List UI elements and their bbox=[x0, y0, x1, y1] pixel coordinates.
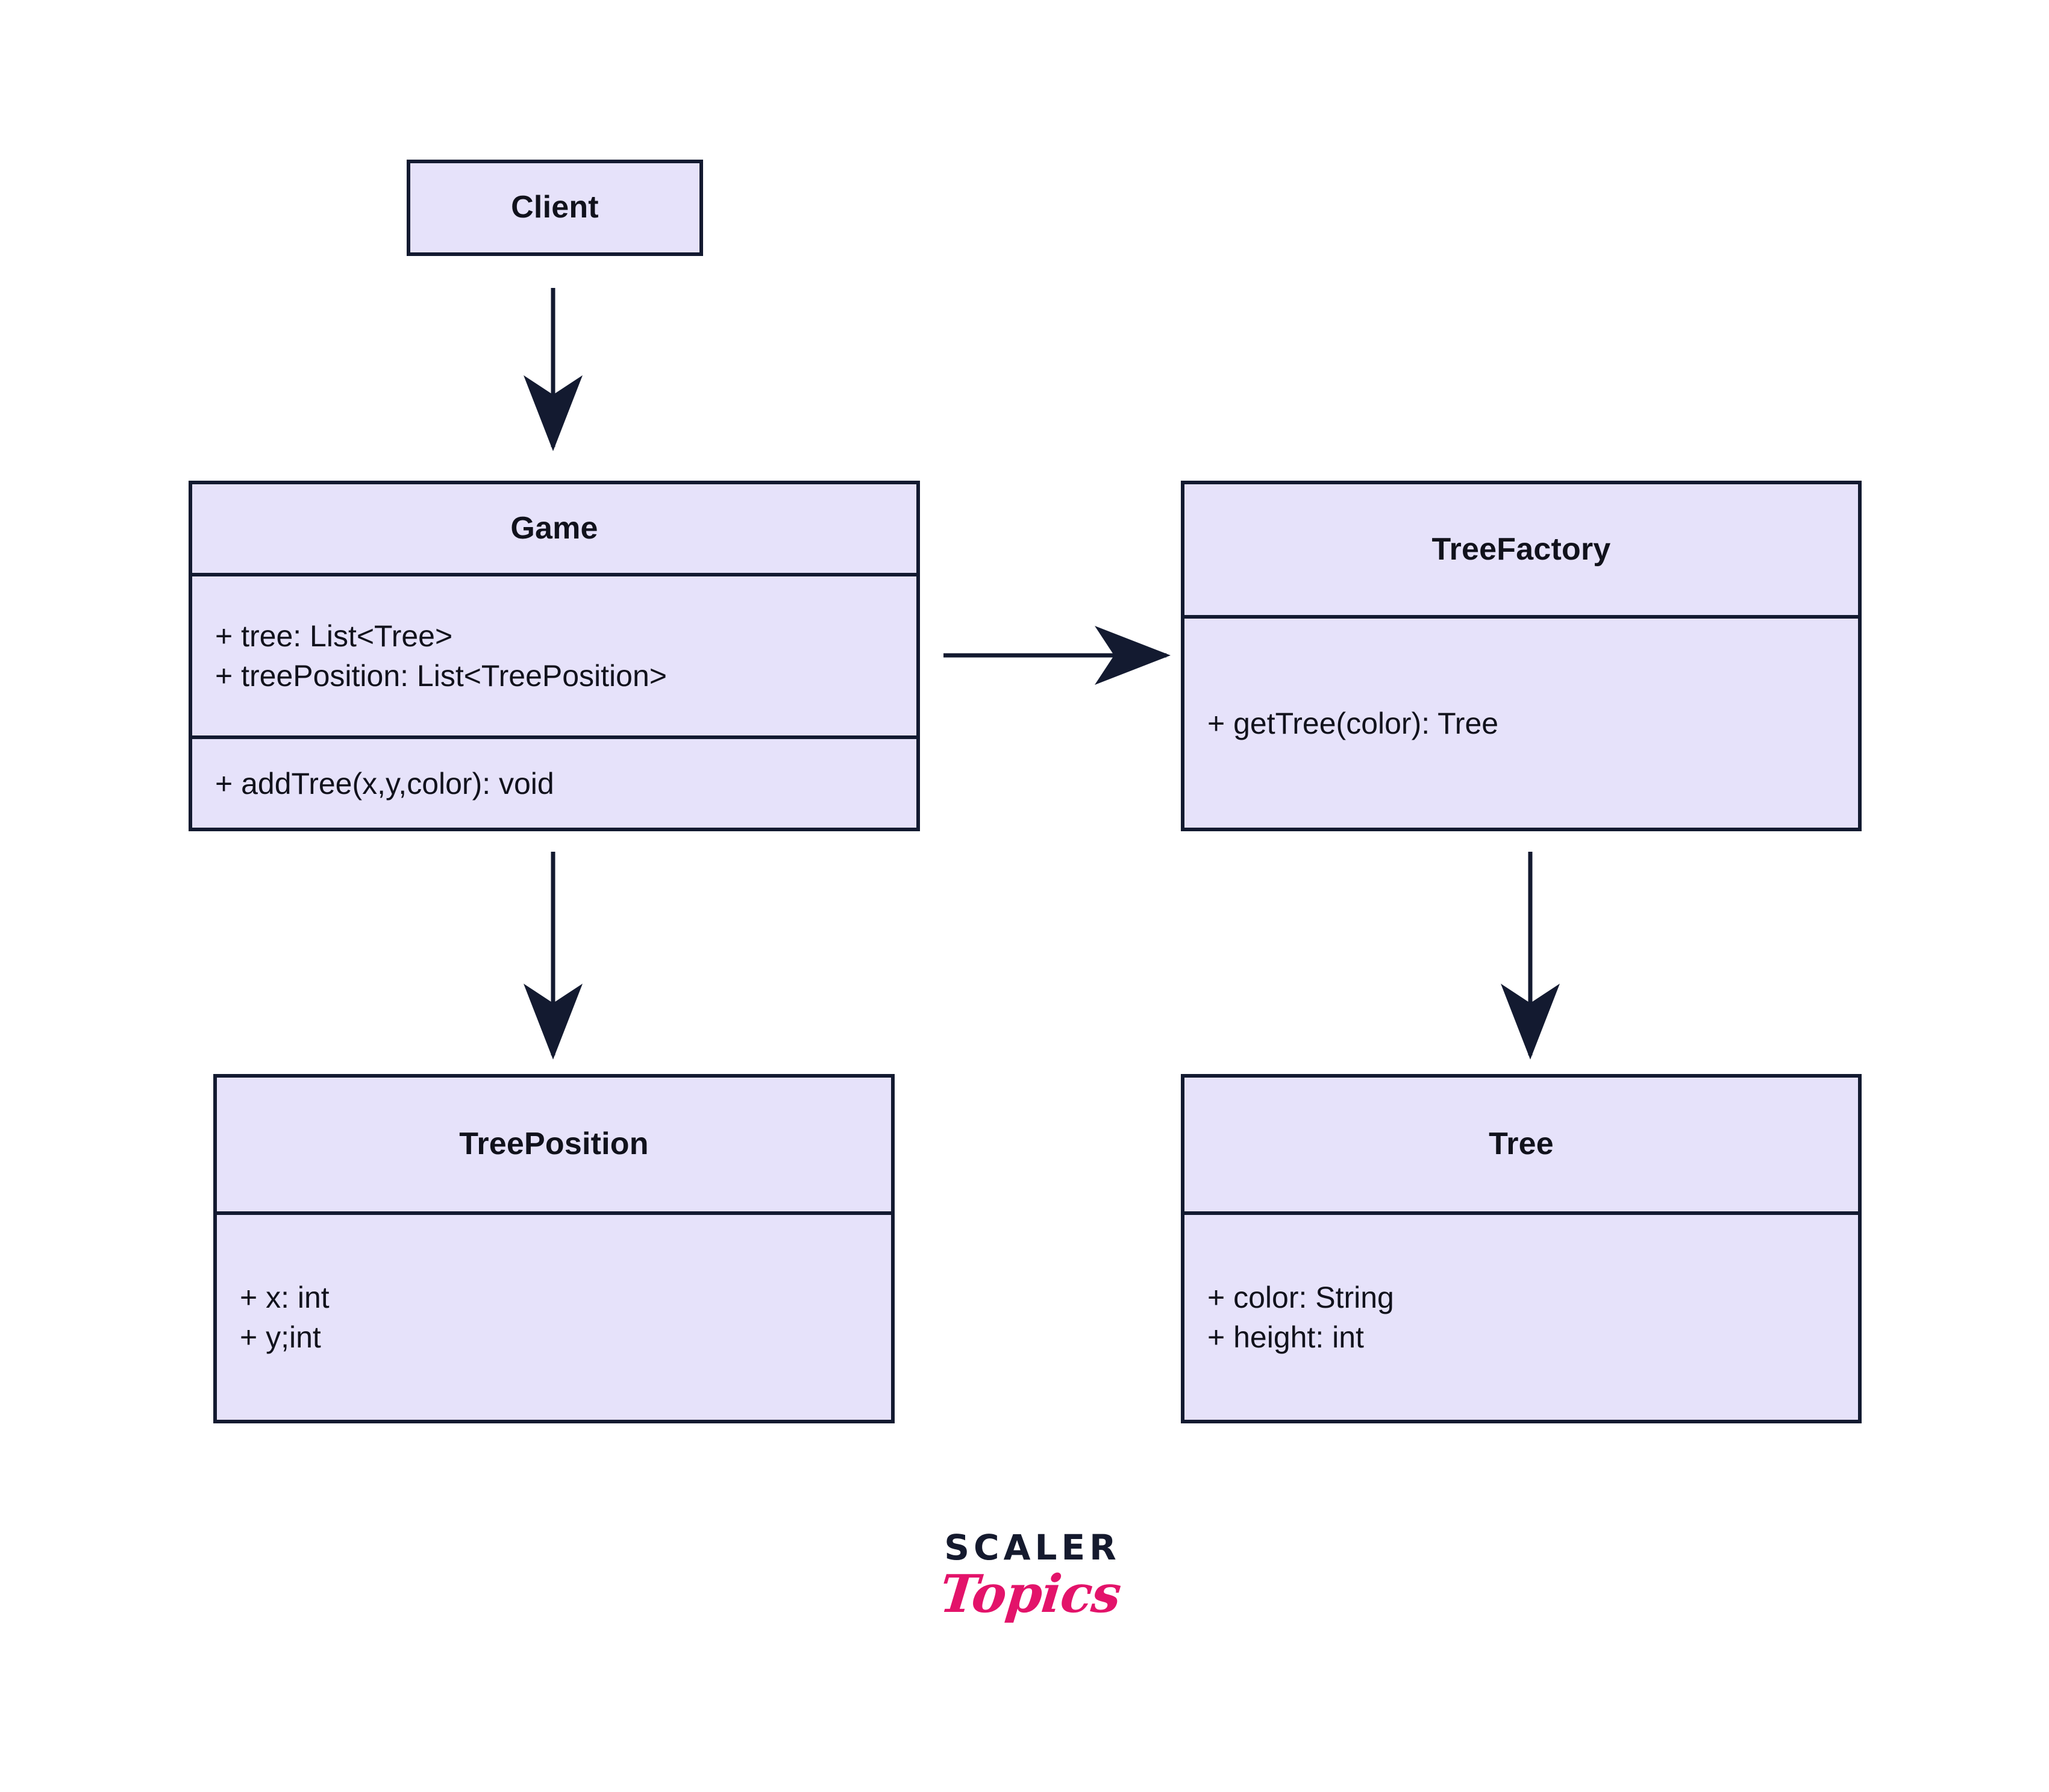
uml-class-client[interactable]: Client bbox=[407, 160, 703, 256]
class-name-compartment: TreeFactory bbox=[1184, 484, 1858, 615]
attribute-row: + height: int bbox=[1207, 1320, 1364, 1354]
scaler-topics-logo: SCALER Topics bbox=[937, 1527, 1124, 1687]
method-row: + addTree(x,y,color): void bbox=[215, 766, 554, 801]
diagram-canvas: Client Game + tree: List<Tree> + treePos… bbox=[0, 0, 2049, 1792]
method-row: + getTree(color): Tree bbox=[1207, 706, 1499, 740]
logo-wordmark-primary: SCALER bbox=[944, 1527, 1121, 1568]
uml-class-treeposition[interactable]: TreePosition + x: int + y;int bbox=[213, 1074, 895, 1423]
methods-compartment: + addTree(x,y,color): void bbox=[192, 735, 916, 828]
class-name-label: Game bbox=[510, 510, 598, 546]
class-name-compartment: TreePosition bbox=[217, 1078, 891, 1211]
class-name-label: Tree bbox=[1489, 1126, 1554, 1162]
uml-class-game[interactable]: Game + tree: List<Tree> + treePosition: … bbox=[189, 481, 920, 831]
uml-class-treefactory[interactable]: TreeFactory + getTree(color): Tree bbox=[1181, 481, 1862, 831]
attribute-row: + y;int bbox=[240, 1320, 321, 1354]
class-name-compartment: Tree bbox=[1184, 1078, 1858, 1211]
attribute-row: + color: String bbox=[1207, 1281, 1394, 1314]
logo-wordmark-secondary: Topics bbox=[937, 1564, 1124, 1625]
attribute-row: + treePosition: List<TreePosition> bbox=[215, 659, 667, 693]
attributes-compartment: + tree: List<Tree> + treePosition: List<… bbox=[192, 573, 916, 735]
class-name-label: TreePosition bbox=[459, 1126, 649, 1162]
attributes-compartment: + color: String + height: int bbox=[1184, 1211, 1858, 1420]
class-name-compartment: Client bbox=[410, 163, 699, 252]
connector-layer bbox=[524, 288, 1560, 1060]
attribute-row: + x: int bbox=[240, 1281, 330, 1314]
methods-compartment: + getTree(color): Tree bbox=[1184, 615, 1858, 828]
attributes-compartment: + x: int + y;int bbox=[217, 1211, 891, 1420]
uml-class-tree[interactable]: Tree + color: String + height: int bbox=[1181, 1074, 1862, 1423]
attribute-row: + tree: List<Tree> bbox=[215, 619, 453, 653]
class-name-label: Client bbox=[511, 190, 599, 225]
class-name-label: TreeFactory bbox=[1431, 531, 1611, 567]
class-name-compartment: Game bbox=[192, 484, 916, 573]
